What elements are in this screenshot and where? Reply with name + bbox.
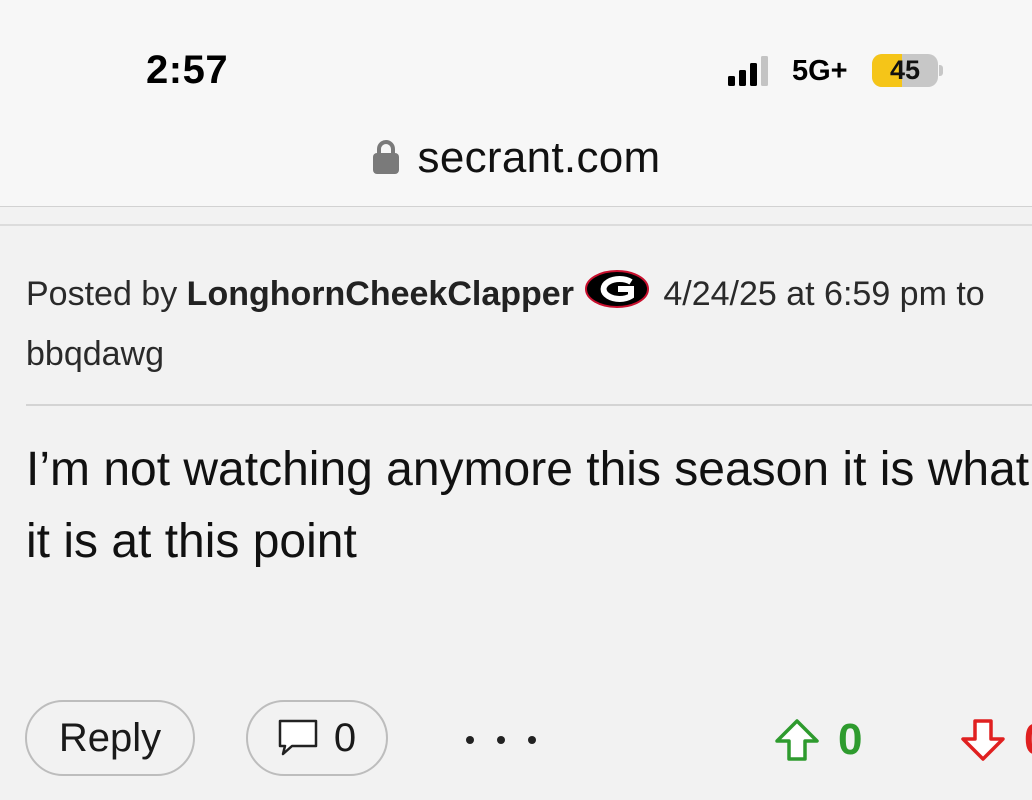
comment-count: 0	[333, 715, 357, 760]
lock-icon	[372, 140, 399, 174]
post-timestamp: 4/24/25 at 6:59 pm to	[663, 275, 985, 313]
more-options-button[interactable]	[466, 718, 536, 762]
up-arrow-icon	[775, 719, 819, 761]
georgia-g-logo-icon	[584, 270, 649, 308]
divider	[26, 404, 1032, 406]
reply-button[interactable]: Reply	[25, 700, 195, 776]
post-meta: Posted by LonghornCheekClapper 4/24/25 a…	[26, 264, 1032, 384]
upvote-count: 0	[838, 715, 863, 764]
downvote-count: 0	[1024, 715, 1032, 765]
reply-button-label: Reply	[58, 715, 162, 760]
post-body: I’m not watching anymore this season it …	[26, 443, 1030, 568]
reply-to-user[interactable]: bbqdawg	[26, 335, 164, 373]
down-arrow-icon	[961, 719, 1005, 761]
ellipsis-icon	[466, 736, 474, 744]
cellular-signal-icon	[728, 56, 768, 86]
battery-level: 45	[889, 55, 921, 85]
posted-by-label: Posted by	[26, 275, 178, 313]
battery-nub	[939, 65, 943, 76]
comments-button[interactable]: 0	[246, 700, 388, 776]
downvote-button[interactable]: 0	[960, 710, 1032, 770]
status-time: 2:57	[146, 48, 229, 92]
speech-bubble-icon	[278, 719, 318, 756]
username-link[interactable]: LonghornCheekClapper	[187, 275, 574, 313]
battery-indicator: 45	[872, 54, 943, 87]
divider	[0, 224, 1032, 226]
ellipsis-icon	[497, 736, 505, 744]
upvote-button[interactable]: 0	[774, 710, 862, 770]
url-text: secrant.com	[417, 133, 661, 182]
browser-top-bar: 2:57 5G+ 45 secrant.com	[0, 0, 1032, 207]
ellipsis-icon	[528, 736, 536, 744]
network-type: 5G+	[792, 55, 848, 87]
address-bar[interactable]: secrant.com	[0, 132, 1032, 184]
